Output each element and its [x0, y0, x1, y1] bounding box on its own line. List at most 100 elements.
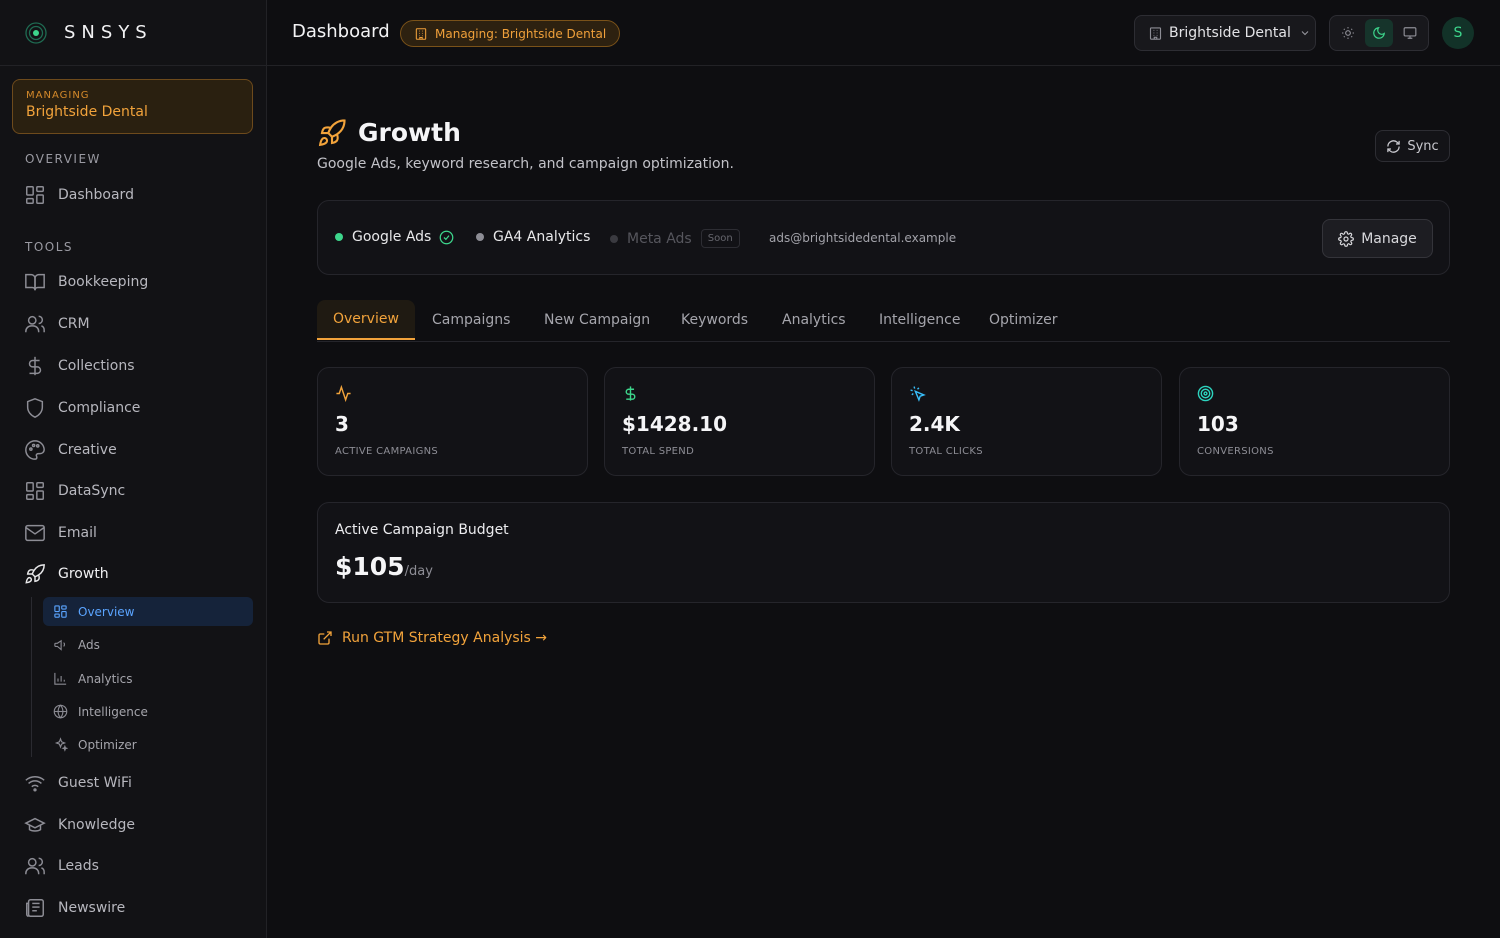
connections-card: Google Ads GA4 Analytics Meta Ads Soon a… [317, 200, 1450, 275]
connection-ga4[interactable]: GA4 Analytics [476, 229, 590, 245]
stat-value: 3 [335, 412, 349, 436]
tab-campaigns[interactable]: Campaigns [432, 300, 510, 340]
cursor-click-icon [910, 386, 926, 402]
managing-kicker: MANAGING [26, 90, 90, 101]
sidebar-item-datasync[interactable]: DataSync [24, 479, 125, 503]
sidebar-item-guest-wifi[interactable]: Guest WiFi [24, 771, 132, 795]
sidebar-item-leads[interactable]: Leads [24, 854, 99, 878]
brand-name: SNSYS [64, 22, 153, 43]
organization-select-value: Brightside Dental [1169, 25, 1291, 41]
connection-label: GA4 Analytics [493, 229, 591, 245]
sidebar-item-collections[interactable]: Collections [24, 354, 135, 378]
gtm-strategy-link[interactable]: Run GTM Strategy Analysis → [317, 630, 547, 646]
sidebar-item-growth[interactable]: Growth [24, 562, 109, 586]
sidebar-subitem-label: Ads [78, 637, 100, 652]
organization-select[interactable]: Brightside Dental [1134, 15, 1316, 51]
sidebar-item-knowledge[interactable]: Knowledge [24, 813, 135, 837]
budget-amount: $105 [335, 552, 405, 581]
sidebar-item-compliance[interactable]: Compliance [24, 396, 140, 420]
managing-client-card[interactable]: MANAGING Brightside Dental [12, 79, 253, 134]
sidebar-item-label: CRM [58, 316, 90, 332]
sidebar-item-label: Dashboard [58, 187, 134, 203]
tab-new-campaign[interactable]: New Campaign [544, 300, 650, 340]
stat-label: TOTAL SPEND [622, 446, 695, 457]
tab-keywords[interactable]: Keywords [681, 300, 748, 340]
budget-title: Active Campaign Budget [335, 522, 509, 538]
status-dot [335, 233, 343, 241]
stat-value: $1428.10 [622, 412, 728, 436]
theme-toggle-group [1329, 15, 1429, 51]
budget-amount-row: $105/day [335, 552, 1432, 581]
sidebar-item-dashboard[interactable]: Dashboard [24, 183, 134, 207]
tab-intelligence[interactable]: Intelligence [879, 300, 960, 340]
growth-tabs: Overview Campaigns New Campaign Keywords… [317, 300, 1450, 342]
logo-icon [25, 21, 47, 44]
sun-icon [1342, 27, 1354, 39]
sidebar-item-label: Collections [58, 358, 135, 374]
theme-light-button[interactable] [1334, 19, 1362, 47]
stat-card-conversions: 103 CONVERSIONS [1179, 367, 1450, 476]
sidebar-subitem-label: Overview [78, 604, 135, 619]
rocket-icon [25, 564, 45, 584]
sidebar-item-newswire[interactable]: Newswire [24, 896, 125, 920]
managing-badge: Managing: Brightside Dental [400, 20, 621, 47]
sidebar-subitem-label: Intelligence [78, 704, 148, 719]
sidebar-item-label: Compliance [58, 400, 141, 416]
sidebar-subitem-ads[interactable]: Ads [43, 630, 253, 659]
sidebar-item-label: Creative [58, 442, 117, 458]
monitor-icon [1403, 27, 1417, 39]
connected-account-email: ads@brightsidedental.example [769, 231, 957, 245]
stat-label: ACTIVE CAMPAIGNS [335, 446, 439, 457]
sync-button[interactable]: Sync [1375, 130, 1450, 162]
status-dot [476, 233, 484, 241]
sidebar-subitem-label: Analytics [78, 671, 133, 686]
moon-icon [1373, 27, 1385, 39]
sidebar-subitem-analytics[interactable]: Analytics [43, 664, 253, 693]
sidebar-subitem-overview[interactable]: Overview [43, 597, 253, 626]
sidebar-item-label: Knowledge [58, 817, 135, 833]
sidebar-item-label: Bookkeeping [58, 274, 149, 290]
check-circle-icon [439, 230, 454, 244]
stat-card-total-clicks: 2.4K TOTAL CLICKS [891, 367, 1162, 476]
newspaper-icon [26, 899, 44, 917]
managing-client-name: Brightside Dental [26, 104, 148, 120]
theme-system-button[interactable] [1396, 19, 1424, 47]
budget-period: /day [404, 564, 433, 579]
target-icon [1197, 385, 1214, 402]
connection-google-ads[interactable]: Google Ads [335, 229, 454, 245]
connection-label: Meta Ads [627, 230, 692, 247]
sidebar-item-creative[interactable]: Creative [24, 438, 117, 462]
external-link-icon [318, 631, 332, 645]
tab-optimizer[interactable]: Optimizer [989, 300, 1058, 340]
sidebar-item-label: Growth [58, 566, 109, 582]
sidebar-item-label: Email [58, 525, 97, 541]
user-avatar[interactable]: S [1442, 17, 1474, 49]
sidebar-item-email[interactable]: Email [24, 521, 97, 545]
chevron-down-icon [1301, 31, 1309, 36]
manage-button[interactable]: Manage [1322, 219, 1433, 258]
shield-icon [26, 398, 44, 418]
grid-icon [26, 186, 44, 204]
sidebar-item-crm[interactable]: CRM [24, 312, 90, 336]
sidebar-subitem-optimizer[interactable]: Optimizer [43, 730, 253, 759]
theme-dark-button[interactable] [1365, 19, 1393, 47]
connection-label: Google Ads [352, 229, 432, 245]
users-icon [25, 857, 45, 875]
sidebar-item-bookkeeping[interactable]: Bookkeeping [24, 270, 148, 294]
palette-icon [25, 440, 45, 460]
topbar: Dashboard Managing: Brightside Dental Br… [267, 0, 1500, 66]
manage-button-label: Manage [1361, 230, 1417, 247]
section-label-tools: TOOLS [25, 240, 74, 254]
sidebar-subitem-intelligence[interactable]: Intelligence [43, 697, 253, 726]
grid-icon [26, 482, 44, 500]
tab-overview[interactable]: Overview [317, 300, 415, 340]
brand[interactable]: SNSYS [0, 0, 266, 66]
stat-label: CONVERSIONS [1197, 446, 1274, 457]
dollar-icon [28, 356, 42, 376]
tab-analytics[interactable]: Analytics [782, 300, 846, 340]
bar-chart-icon [54, 672, 67, 685]
stat-card-total-spend: $1428.10 TOTAL SPEND [604, 367, 875, 476]
megaphone-icon [54, 639, 66, 651]
sync-button-label: Sync [1407, 138, 1439, 154]
building-icon [1149, 26, 1162, 40]
